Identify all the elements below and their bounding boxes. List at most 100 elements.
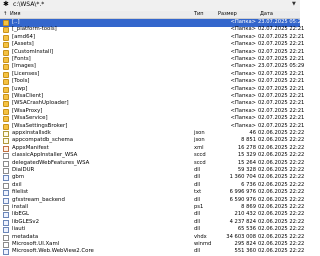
file-name: [WsaClient]	[12, 93, 44, 99]
file-date: 02.07.2025 22:21	[258, 93, 305, 99]
file-name: metadata	[12, 233, 39, 240]
file-date: 02.06.2025 22:22	[258, 241, 305, 247]
file-size: <Папка>	[230, 63, 256, 70]
file-type: json	[194, 137, 205, 144]
folder-icon	[3, 34, 9, 41]
file-date: 02.06.2025 22:22	[258, 226, 305, 233]
file-size: <Папка>	[230, 78, 256, 85]
file-size: 1 360 704	[229, 174, 256, 181]
file-type: dll	[194, 174, 201, 181]
file-name: [Fonts]	[12, 56, 31, 62]
file-name: [Licenses]	[12, 70, 40, 77]
file-icon	[3, 145, 9, 152]
file-name: [uwp]	[12, 85, 28, 92]
file-type: json	[194, 130, 205, 136]
file-date: 02.07.2025 22:21	[258, 26, 305, 33]
file-name: [CustomInstall]	[12, 48, 54, 55]
file-type: txt	[194, 189, 202, 196]
file-name: [Assets]	[12, 41, 34, 48]
file-icon	[3, 175, 9, 182]
file-type: dll	[194, 211, 201, 218]
folder-icon	[3, 42, 9, 49]
column-size-header[interactable]: Размер	[218, 12, 237, 17]
file-name: [WSACrashUploader]	[12, 100, 69, 107]
file-type: dll	[194, 181, 201, 188]
star-icon[interactable]: ✱	[3, 1, 9, 8]
file-size: 6 736	[241, 181, 256, 188]
file-name: libEGL	[12, 211, 30, 218]
file-size: 8 869	[241, 204, 256, 210]
chevron-down-icon[interactable]: ▼	[292, 2, 296, 7]
folder-icon	[3, 27, 9, 34]
file-name: install	[12, 204, 29, 210]
file-date: 02.07.2025 22:21	[258, 115, 305, 122]
file-date: 02.06.2025 22:22	[258, 248, 305, 255]
file-icon	[3, 212, 9, 219]
file-date: 02.07.2025 22:21	[258, 122, 305, 129]
current-path[interactable]: c:\WSA\*.*	[13, 2, 44, 8]
file-size: <Папка>	[230, 107, 256, 114]
folder-icon	[3, 116, 9, 123]
column-type-header[interactable]: Тип	[194, 12, 204, 17]
file-date: 02.06.2025 22:22	[258, 218, 305, 225]
file-name: AppxManifest	[12, 144, 49, 151]
file-size: <Папка>	[230, 85, 256, 92]
file-name: [..]	[12, 19, 20, 25]
file-size: <Папка>	[230, 115, 256, 122]
file-icon	[3, 190, 9, 197]
sort-up-arrow-icon: ↑	[3, 11, 8, 17]
file-row[interactable]: Microsoft.Web.WebView2.Core dll 551 360 02.…	[0, 248, 304, 256]
file-type: dll	[194, 167, 201, 173]
file-size: <Папка>	[230, 48, 256, 55]
file-name: Microsoft.Web.WebView2.Core	[12, 248, 94, 255]
file-name: [WsaSettingsBroker]	[12, 122, 68, 129]
file-date: 02.06.2025 22:22	[258, 159, 305, 166]
file-list: [..] <Папка> 23.07.2025 05:29 [_platform-to…	[0, 19, 304, 256]
file-size: 15 329	[237, 152, 256, 159]
file-date: 02.06.2025 22:22	[258, 233, 305, 240]
file-date: 02.06.2025 22:22	[258, 189, 305, 196]
folder-icon	[3, 79, 9, 86]
file-icon	[3, 219, 9, 226]
file-name: [_platform-tools]	[12, 26, 57, 33]
folder-icon	[3, 20, 9, 26]
file-date: 02.07.2025 22:21	[258, 33, 305, 40]
file-name: dxil	[12, 181, 22, 188]
file-name: liauti	[12, 226, 26, 233]
file-icon	[3, 205, 9, 211]
file-name: gbm	[12, 174, 25, 181]
file-date: 23.07.2025 05:29	[258, 19, 305, 25]
file-date: 02.07.2025 22:21	[258, 41, 305, 48]
file-size: 59 328	[237, 167, 256, 173]
file-icon	[3, 227, 9, 234]
file-date: 02.07.2025 22:21	[258, 107, 305, 114]
column-date-header[interactable]: Дата	[260, 12, 273, 17]
file-icon	[3, 197, 9, 204]
file-date: 02.07.2025 22:21	[258, 70, 305, 77]
file-type: xml	[194, 144, 204, 151]
file-date: 02.06.2025 22:22	[258, 152, 305, 159]
file-date: 02.07.2025 22:21	[258, 56, 305, 62]
column-name-header[interactable]: Имя	[10, 12, 21, 17]
file-type: dll	[194, 218, 201, 225]
file-size: 15 264	[237, 159, 256, 166]
file-size: 6 996 976	[229, 189, 256, 196]
file-size: 210 432	[234, 211, 256, 218]
file-type: ps1	[194, 204, 204, 210]
file-date: 02.07.2025 22:21	[258, 85, 305, 92]
file-date: 02.07.2025 22:21	[258, 48, 305, 55]
folder-icon	[3, 94, 9, 100]
file-date: 02.06.2025 22:22	[258, 181, 305, 188]
file-date: 02.06.2025 22:22	[258, 144, 305, 151]
file-name: delegatedWebFeatures_WSA	[12, 159, 90, 166]
file-icon	[3, 182, 9, 189]
file-type: winmd	[194, 241, 212, 247]
file-icon	[3, 234, 9, 241]
file-name: [WsaProxy]	[12, 107, 43, 114]
file-size: <Папка>	[230, 93, 256, 99]
file-icon	[3, 153, 9, 160]
file-name: Microsoft.UI.Xaml	[12, 241, 60, 247]
file-type: vhdx	[194, 233, 207, 240]
file-size: 16 278	[237, 144, 256, 151]
column-headers: ↑ Имя Тип Размер Дата	[0, 11, 300, 19]
